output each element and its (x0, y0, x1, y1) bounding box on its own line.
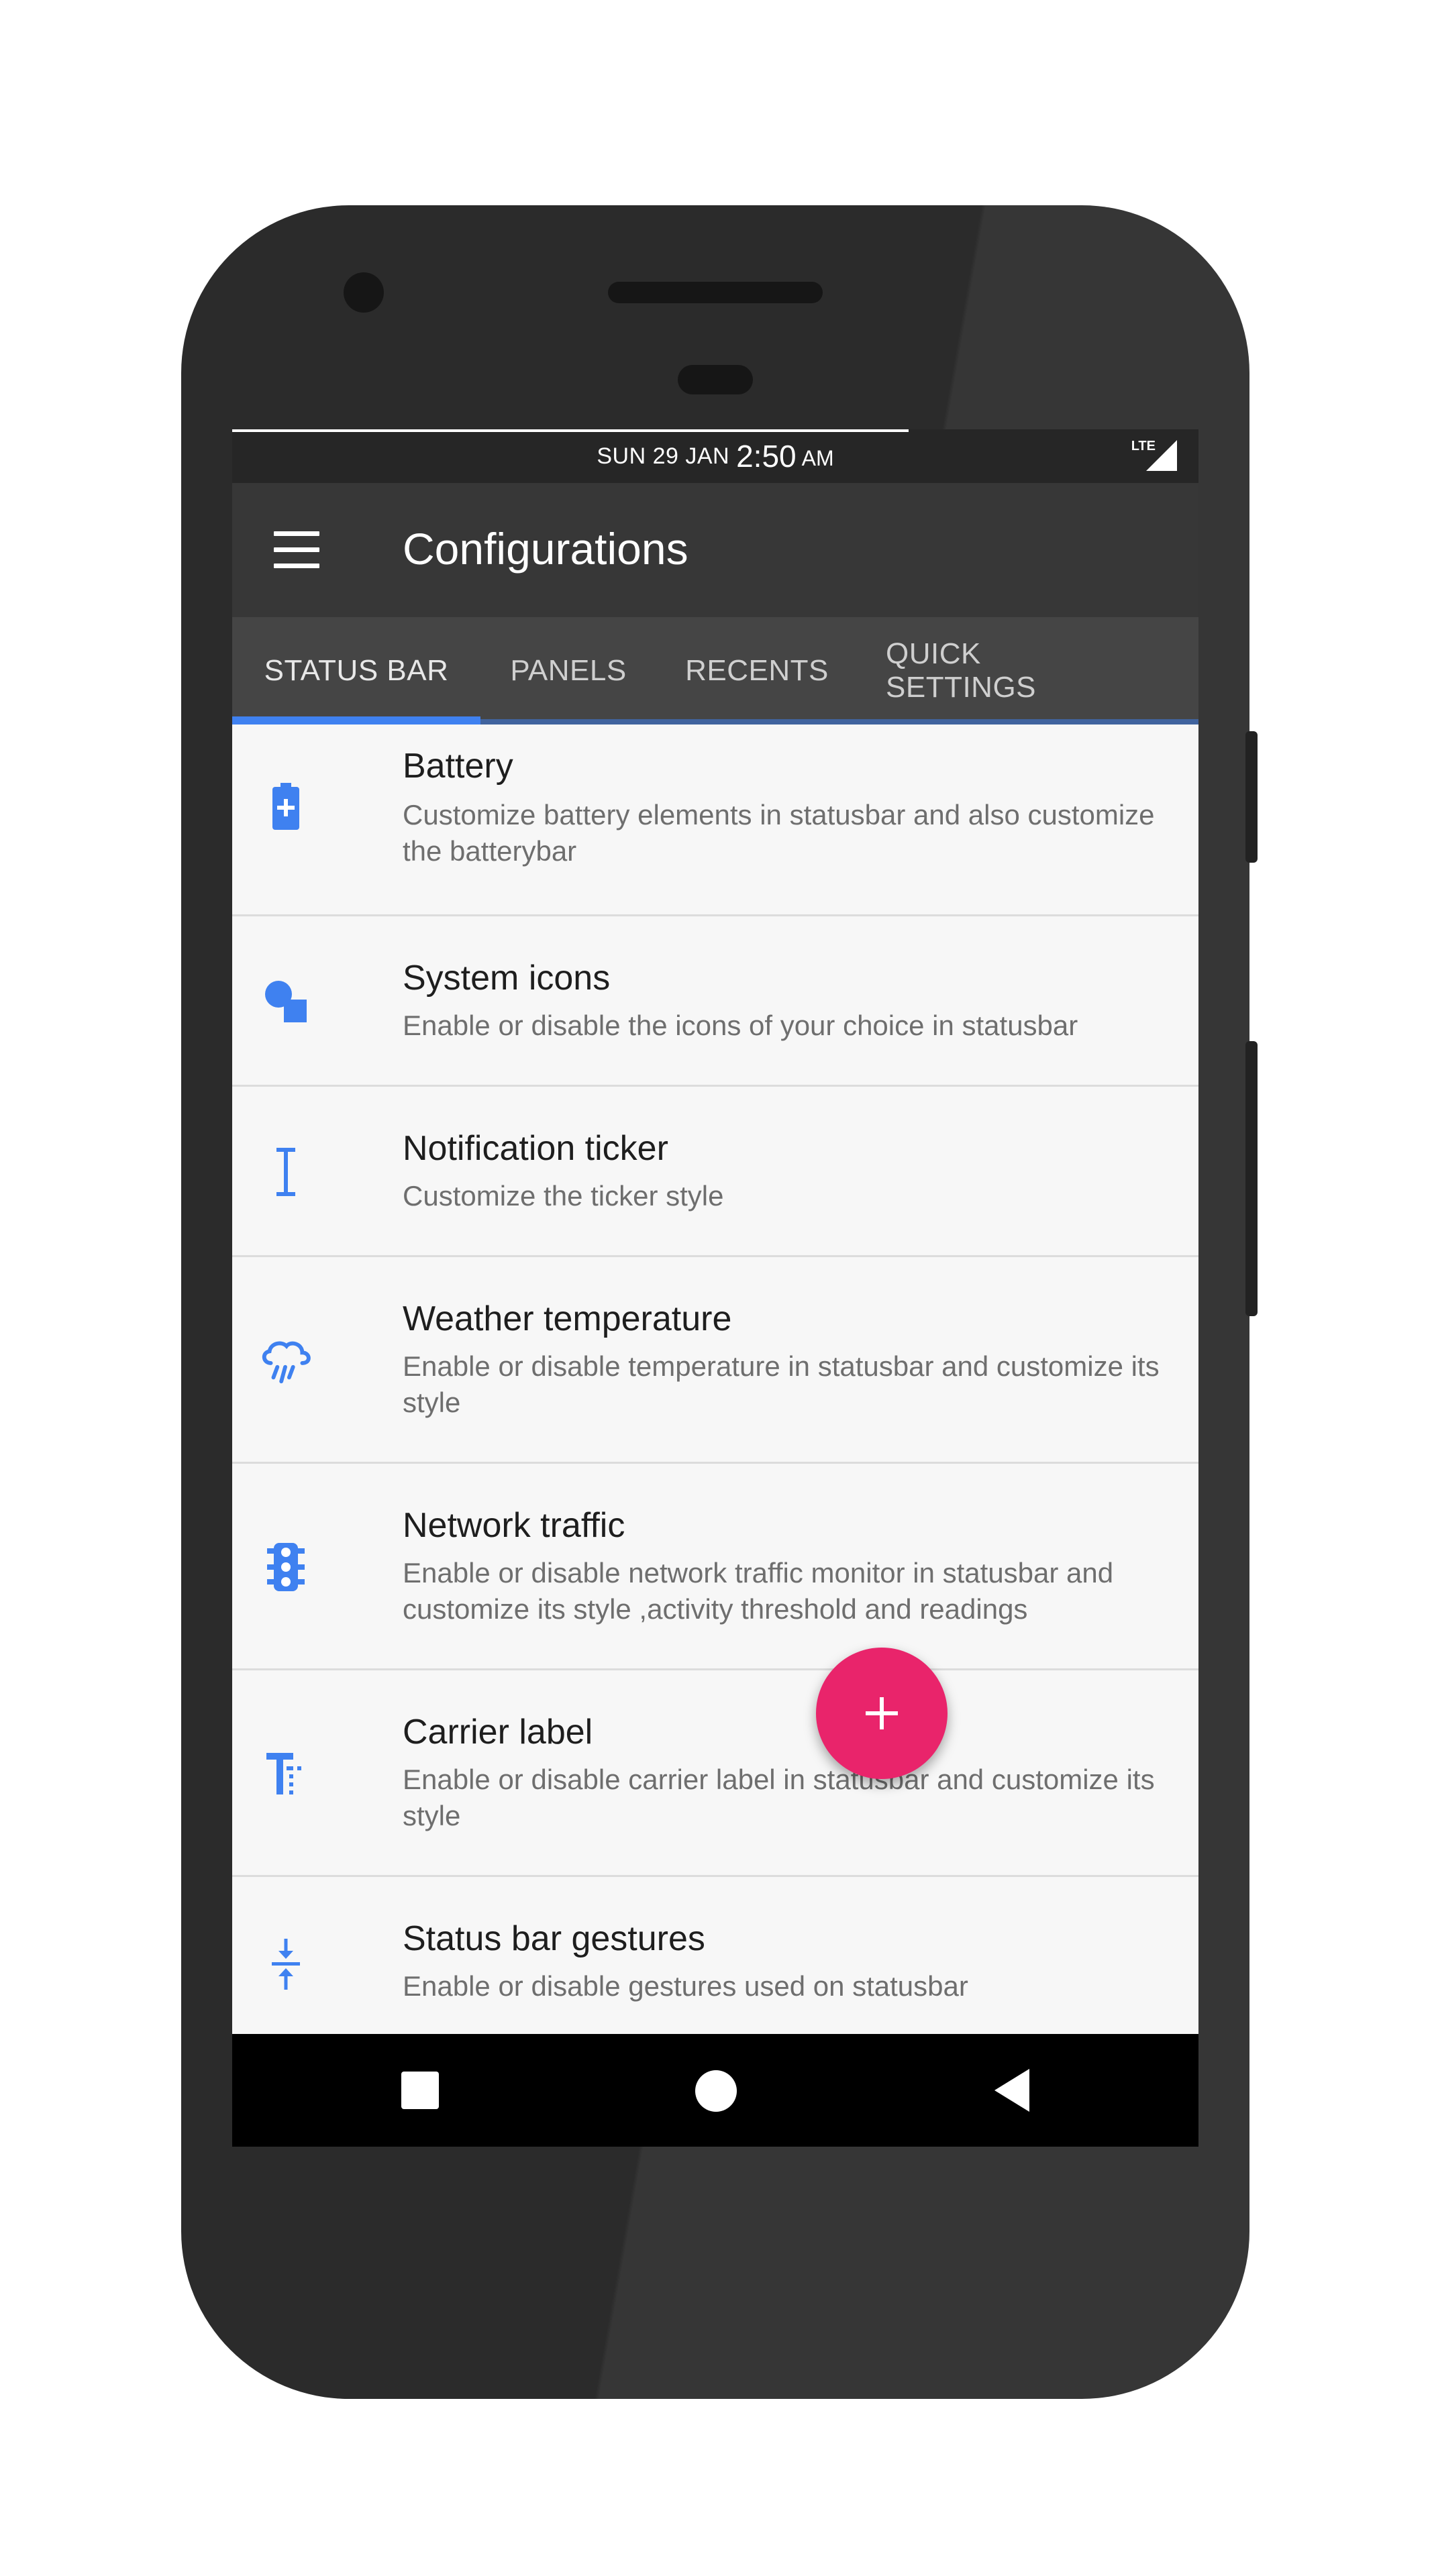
add-fab-button[interactable] (816, 1648, 948, 1779)
page-title: Configurations (403, 524, 688, 574)
earpiece-speaker (608, 282, 823, 303)
list-item-status-bar-gestures[interactable]: Status bar gestures Enable or disable ge… (232, 1877, 1198, 2051)
status-progress-bar (232, 429, 909, 432)
item-title: System icons (403, 959, 611, 998)
item-title: Battery (403, 747, 513, 786)
tab-bar: STATUS BAR PANELS RECENTS QUICK SETTINGS (232, 617, 1198, 724)
front-camera (344, 272, 384, 313)
status-ampm: AM (801, 445, 834, 470)
list-item-weather-temperature[interactable]: Weather temperature Enable or disable te… (232, 1257, 1198, 1464)
item-title: Notification ticker (403, 1129, 668, 1168)
settings-list: Battery Customize battery elements in st… (232, 724, 1198, 2051)
list-item-battery[interactable]: Battery Customize battery elements in st… (232, 724, 1198, 916)
screen: SUN 29 JAN 2:50 AM LTE Configurations ST… (232, 429, 1198, 2147)
item-subtitle: Customize the ticker style (403, 1180, 724, 1212)
signal-icon (1146, 440, 1177, 471)
item-subtitle: Enable or disable gestures used on statu… (403, 1970, 968, 2002)
list-item-network-traffic[interactable]: Network traffic Enable or disable networ… (232, 1464, 1198, 1670)
text-format-icon (259, 1747, 313, 1801)
item-subtitle: Enable or disable temperature in statusb… (403, 1350, 1160, 1418)
hamburger-menu-icon[interactable] (274, 531, 319, 569)
plus-icon (866, 1697, 898, 1729)
item-subtitle: Enable or disable network traffic monito… (403, 1557, 1114, 1625)
phone-frame: SUN 29 JAN 2:50 AM LTE Configurations ST… (181, 205, 1249, 2399)
item-subtitle: Enable or disable carrier label in statu… (403, 1764, 1155, 1831)
traffic-light-icon (259, 1540, 313, 1594)
navigation-bar (232, 2034, 1198, 2147)
list-item-carrier-label[interactable]: Carrier label Enable or disable carrier … (232, 1670, 1198, 1877)
vertical-compress-icon (259, 1937, 313, 1991)
back-triangle-icon[interactable] (994, 2069, 1029, 2112)
tab-status-bar[interactable]: STATUS BAR (232, 617, 480, 724)
tab-panels[interactable]: PANELS (480, 617, 656, 724)
item-subtitle: Enable or disable the icons of your choi… (403, 1010, 1078, 1041)
text-cursor-icon (259, 1145, 313, 1199)
power-button (1245, 731, 1258, 863)
proximity-sensor (678, 365, 753, 394)
volume-button (1245, 1041, 1258, 1316)
status-bar: SUN 29 JAN 2:50 AM LTE (232, 429, 1198, 483)
item-title: Status bar gestures (403, 1919, 705, 1958)
item-subtitle: Customize battery elements in statusbar … (403, 799, 1155, 867)
item-title: Network traffic (403, 1506, 625, 1545)
status-time: 2:50 (736, 439, 797, 474)
weather-rain-icon (259, 1334, 313, 1387)
home-circle-icon[interactable] (695, 2070, 737, 2112)
tab-recents[interactable]: RECENTS (656, 617, 858, 724)
item-title: Weather temperature (403, 1299, 732, 1338)
app-bar: Configurations (232, 483, 1198, 617)
status-date: SUN 29 JAN (597, 443, 730, 469)
shapes-icon (259, 975, 313, 1028)
battery-icon (259, 780, 313, 834)
recents-square-icon[interactable] (401, 2072, 439, 2109)
tab-active-indicator (232, 716, 480, 724)
list-item-system-icons[interactable]: System icons Enable or disable the icons… (232, 916, 1198, 1087)
list-item-notification-ticker[interactable]: Notification ticker Customize the ticker… (232, 1087, 1198, 1257)
tab-quick-settings[interactable]: QUICK SETTINGS (858, 617, 1153, 724)
item-title: Carrier label (403, 1713, 593, 1752)
